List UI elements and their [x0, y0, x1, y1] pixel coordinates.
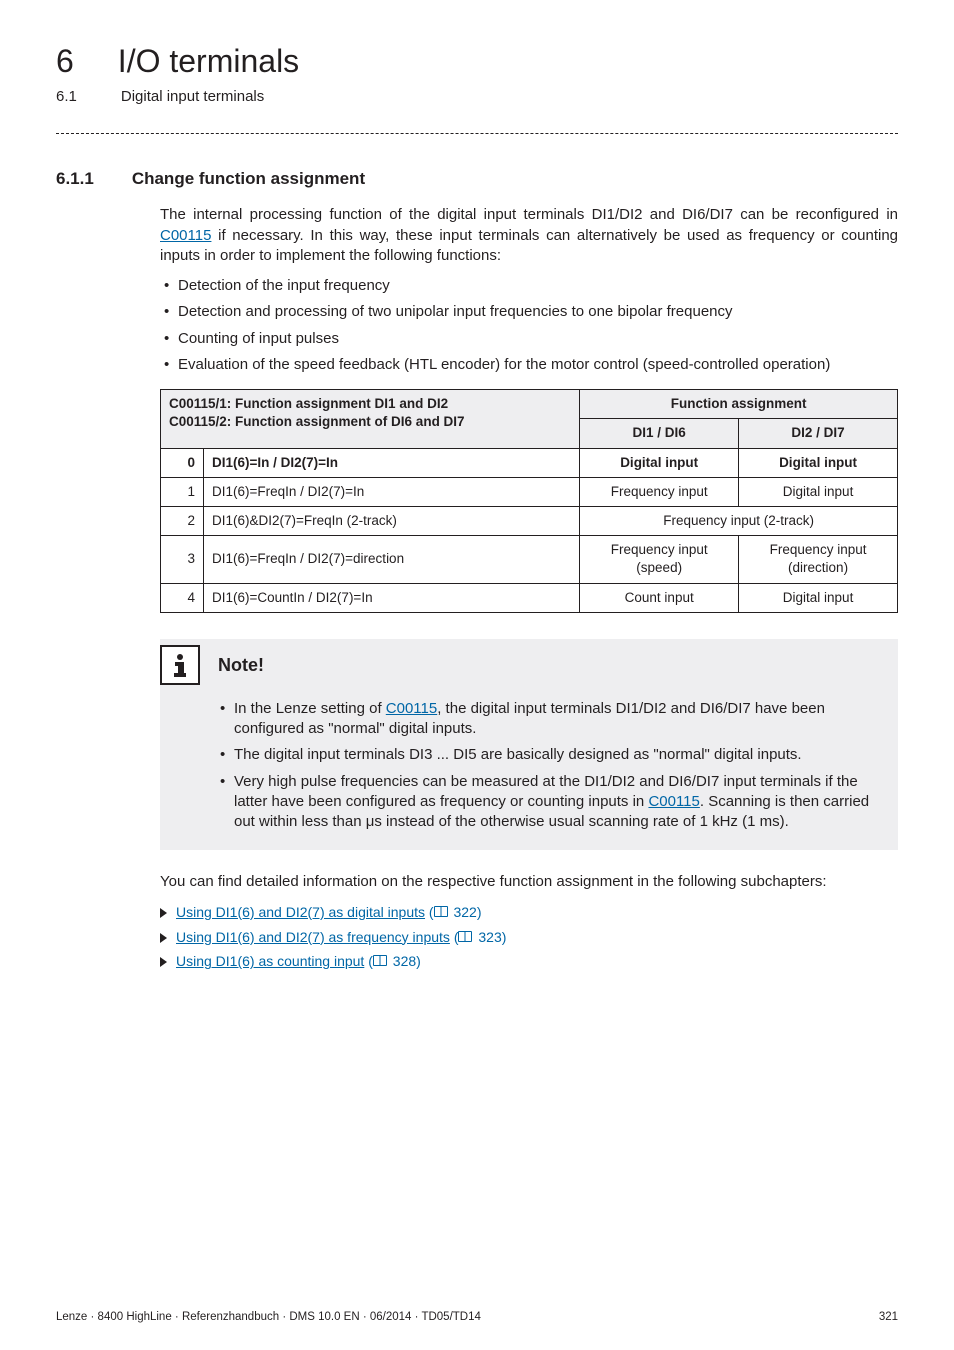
- intro-text-b: if necessary. In this way, these input t…: [160, 227, 898, 264]
- book-icon: [458, 931, 472, 942]
- page-number: 328: [393, 953, 416, 969]
- row-c2: Digital input: [739, 477, 898, 506]
- xref-link[interactable]: Using DI1(6) as counting input: [176, 953, 364, 969]
- chapter-header: 6 I/O terminals: [56, 40, 898, 83]
- row-span: Frequency input (2-track): [580, 507, 898, 536]
- subsection-number: 6.1.1: [56, 168, 94, 191]
- link-c00115[interactable]: C00115: [648, 793, 699, 810]
- row-c2: Frequency input (direction): [739, 536, 898, 583]
- row-c1: Count input: [580, 583, 739, 612]
- note-label: Note!: [218, 653, 264, 677]
- row-index: 2: [161, 507, 204, 536]
- table-header-left-2: C00115/2: Function assignment of DI6 and…: [169, 413, 571, 431]
- section-header: 6.1 Digital input terminals: [56, 87, 898, 107]
- table-row: 2 DI1(6)&DI2(7)=FreqIn (2-track) Frequen…: [161, 507, 898, 536]
- list-item: Using DI1(6) as counting input ( 328): [160, 952, 898, 971]
- book-icon: [373, 955, 387, 966]
- row-label: DI1(6)=In / DI2(7)=In: [204, 448, 580, 477]
- intro-bullets: Detection of the input frequency Detecti…: [160, 276, 898, 375]
- note-b1-a: In the Lenze setting of: [234, 700, 386, 717]
- list-item: In the Lenze setting of C00115, the digi…: [216, 699, 886, 740]
- table-row: 1 DI1(6)=FreqIn / DI2(7)=In Frequency in…: [161, 477, 898, 506]
- table-col-di1: DI1 / DI6: [580, 419, 739, 448]
- book-icon: [434, 906, 448, 917]
- table-header-right: Function assignment: [580, 390, 898, 419]
- link-c00115[interactable]: C00115: [160, 227, 211, 244]
- page-ref: ( 323): [454, 929, 507, 945]
- intro-paragraph: The internal processing function of the …: [160, 205, 898, 266]
- list-item: The digital input terminals DI3 ... DI5 …: [216, 745, 886, 765]
- table-row: 4 DI1(6)=CountIn / DI2(7)=In Count input…: [161, 583, 898, 612]
- table-col-di2: DI2 / DI7: [739, 419, 898, 448]
- xref-link[interactable]: Using DI1(6) and DI2(7) as digital input…: [176, 904, 425, 920]
- note-body: In the Lenze setting of C00115, the digi…: [160, 691, 898, 851]
- page-ref: ( 322): [429, 904, 482, 920]
- page-footer: Lenze · 8400 HighLine · Referenzhandbuch…: [56, 1310, 898, 1326]
- table-header-left-1: C00115/1: Function assignment DI1 and DI…: [169, 395, 571, 413]
- row-c1: Frequency input (speed): [580, 536, 739, 583]
- subsection-heading: 6.1.1 Change function assignment: [56, 168, 898, 191]
- row-label: DI1(6)=CountIn / DI2(7)=In: [204, 583, 580, 612]
- row-index: 1: [161, 477, 204, 506]
- list-item: Using DI1(6) and DI2(7) as digital input…: [160, 903, 898, 922]
- list-item: Detection of the input frequency: [160, 276, 898, 296]
- row-index: 3: [161, 536, 204, 583]
- row-c2: Digital input: [739, 448, 898, 477]
- row-c2: Digital input: [739, 583, 898, 612]
- xref-link[interactable]: Using DI1(6) and DI2(7) as frequency inp…: [176, 929, 450, 945]
- page-number: 323: [478, 929, 501, 945]
- xref-list: Using DI1(6) and DI2(7) as digital input…: [160, 903, 898, 972]
- page-ref: ( 328): [368, 953, 421, 969]
- chapter-title: I/O terminals: [118, 40, 299, 83]
- row-label: DI1(6)=FreqIn / DI2(7)=direction: [204, 536, 580, 583]
- list-item: Using DI1(6) and DI2(7) as frequency inp…: [160, 928, 898, 947]
- page-number: 322: [453, 904, 476, 920]
- subsection-title: Change function assignment: [132, 168, 365, 191]
- intro-text-a: The internal processing function of the …: [160, 206, 898, 223]
- table-row: 0 DI1(6)=In / DI2(7)=In Digital input Di…: [161, 448, 898, 477]
- after-lead: You can find detailed information on the…: [160, 872, 898, 892]
- note-callout: Note! In the Lenze setting of C00115, th…: [160, 639, 898, 851]
- list-item: Counting of input pulses: [160, 329, 898, 349]
- row-c1: Digital input: [580, 448, 739, 477]
- list-item: Very high pulse frequencies can be measu…: [216, 772, 886, 833]
- function-assignment-table: C00115/1: Function assignment DI1 and DI…: [160, 389, 898, 613]
- row-index: 0: [161, 448, 204, 477]
- divider: [56, 133, 898, 134]
- row-c1: Frequency input: [580, 477, 739, 506]
- row-index: 4: [161, 583, 204, 612]
- footer-page-number: 321: [879, 1310, 898, 1326]
- info-icon: [160, 645, 200, 685]
- row-label: DI1(6)=FreqIn / DI2(7)=In: [204, 477, 580, 506]
- row-label: DI1(6)&DI2(7)=FreqIn (2-track): [204, 507, 580, 536]
- link-c00115[interactable]: C00115: [386, 700, 437, 717]
- table-header-left: C00115/1: Function assignment DI1 and DI…: [161, 390, 580, 448]
- table-row: 3 DI1(6)=FreqIn / DI2(7)=direction Frequ…: [161, 536, 898, 583]
- chapter-number: 6: [56, 40, 74, 83]
- list-item: Evaluation of the speed feedback (HTL en…: [160, 355, 898, 375]
- note-header: Note!: [160, 639, 898, 691]
- section-title: Digital input terminals: [121, 87, 264, 107]
- footer-left: Lenze · 8400 HighLine · Referenzhandbuch…: [56, 1310, 481, 1326]
- intro-block: The internal processing function of the …: [160, 205, 898, 971]
- page: 6 I/O terminals 6.1 Digital input termin…: [0, 0, 954, 1350]
- list-item: Detection and processing of two unipolar…: [160, 302, 898, 322]
- section-number: 6.1: [56, 87, 77, 107]
